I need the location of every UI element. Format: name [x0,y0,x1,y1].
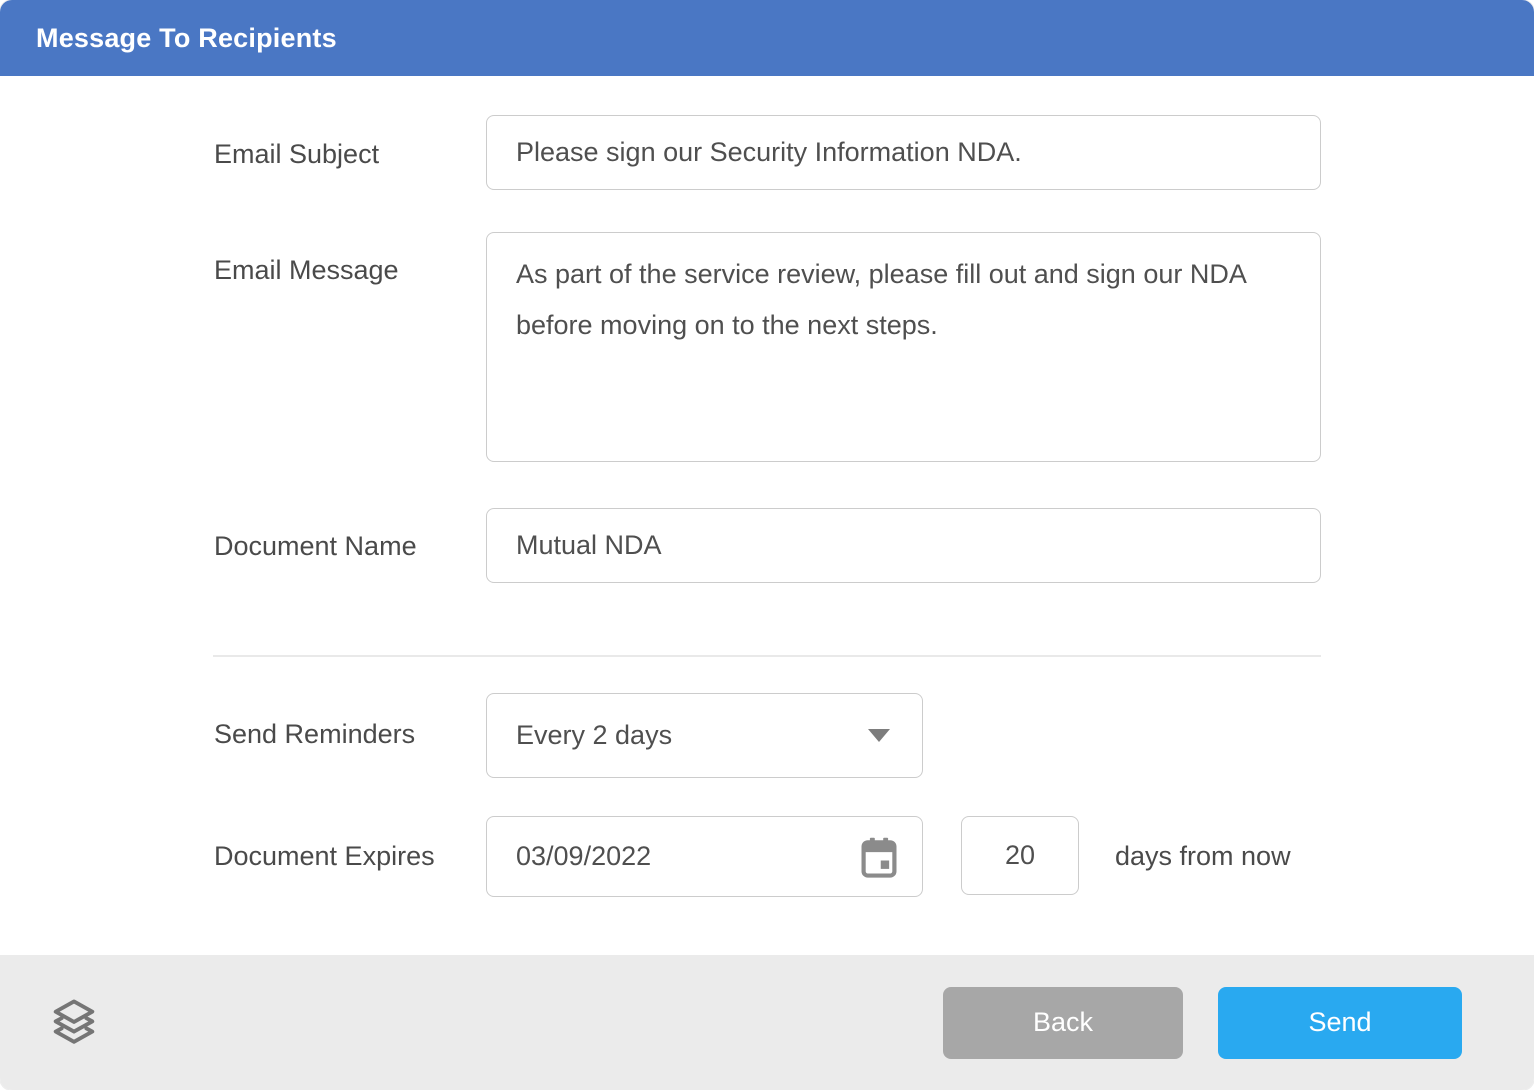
dialog-card: Message To Recipients Email Subject Emai… [0,0,1534,1090]
layers-icon [48,995,100,1051]
email-message-textarea[interactable]: As part of the service review, please fi… [486,232,1321,462]
expires-days-input[interactable] [961,816,1079,895]
form-body: Email Subject Email Message As part of t… [0,76,1534,955]
dialog-footer: Back Send [0,955,1534,1090]
days-from-now-text: days from now [1115,840,1291,872]
document-expires-date-field[interactable] [486,816,923,897]
document-name-label: Document Name [214,530,417,562]
send-reminders-select[interactable]: Every 2 days [486,693,923,778]
email-subject-input[interactable] [486,115,1321,190]
chevron-down-icon [868,729,890,742]
calendar-icon[interactable] [858,834,900,880]
document-name-input[interactable] [486,508,1321,583]
email-subject-label: Email Subject [214,138,379,170]
send-reminders-value: Every 2 days [516,720,672,751]
section-divider [213,655,1321,657]
document-expires-date-input[interactable] [516,841,766,872]
dialog-title: Message To Recipients [36,23,337,54]
send-button[interactable]: Send [1218,987,1462,1059]
document-expires-label: Document Expires [214,840,435,872]
email-message-label: Email Message [214,254,399,286]
dialog-header: Message To Recipients [0,0,1534,76]
back-button[interactable]: Back [943,987,1183,1059]
send-reminders-label: Send Reminders [214,718,415,750]
